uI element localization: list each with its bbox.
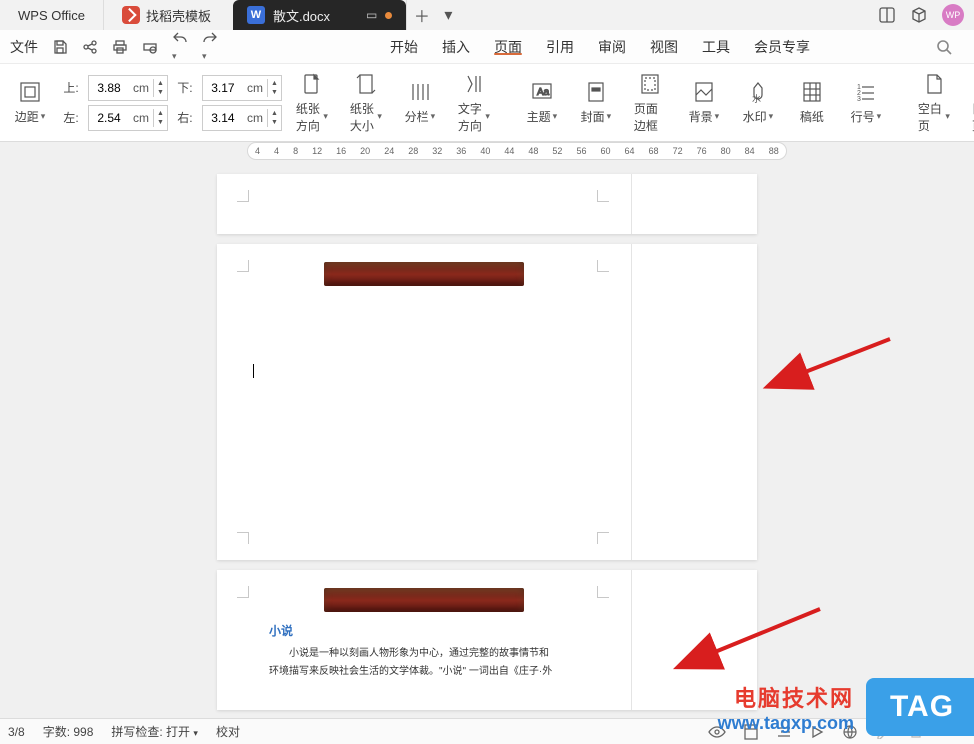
margin-right-input[interactable]: 3.14 cm ▲▼ <box>202 105 282 131</box>
cube-icon[interactable] <box>910 6 928 24</box>
menu-bar: 文件 ▾ ▾ 开始 插入 页面 引用 审阅 视图 工具 会员专享 <box>0 30 974 64</box>
user-avatar[interactable]: WP <box>942 4 964 26</box>
svg-text:Aa: Aa <box>537 87 550 98</box>
margin-bottom-value: 3.17 <box>203 81 243 95</box>
cover-button[interactable]: 封面▾ <box>572 78 620 127</box>
page-fragment-top <box>217 174 757 234</box>
window-minimize-icon[interactable]: ▭ <box>366 8 377 22</box>
draft-paper-button[interactable]: 稿纸 <box>788 78 836 127</box>
margin-left-value: 2.54 <box>89 111 129 125</box>
text-direction-button[interactable]: 文字方向▾ <box>450 70 498 136</box>
menu-vip[interactable]: 会员专享 <box>742 37 822 57</box>
margin-values: 上: 3.88 cm ▲▼ 下: 3.17 cm ▲▼ 左: 2.54 cm ▲… <box>60 75 282 131</box>
title-bar: WPS Office 找稻壳模板 W 散文.docx ▭ ＋ ▾ WP <box>0 0 974 30</box>
columns-button[interactable]: 分栏▾ <box>396 78 444 127</box>
print-preview-icon[interactable] <box>142 39 158 55</box>
menu-view[interactable]: 视图 <box>638 37 690 57</box>
tab-current-document[interactable]: W 散文.docx ▭ <box>233 0 406 30</box>
watermark-button[interactable]: 水 水印▾ <box>734 78 782 127</box>
template-tab-label: 找稻壳模板 <box>146 6 211 25</box>
orientation-button[interactable]: 纸张方向▾ <box>288 70 336 136</box>
web-view-icon[interactable] <box>842 724 858 740</box>
menu-tools[interactable]: 工具 <box>690 37 742 57</box>
document-canvas[interactable]: 小说 小说是一种以刻画人物形象为中心，通过完整的故事情节和 环境描写来反映社会生… <box>0 164 974 718</box>
tag-badge: TAG <box>866 678 974 736</box>
template-store-icon <box>122 6 140 24</box>
document-name-label: 散文.docx <box>273 6 330 25</box>
menu-start[interactable]: 开始 <box>378 37 430 57</box>
tab-overflow-button[interactable]: ▾ <box>436 0 460 30</box>
app-name-label: WPS Office <box>18 8 85 23</box>
horizontal-ruler[interactable]: 44 812 1620 2428 3236 4044 4852 5660 646… <box>0 142 974 164</box>
blank-page-button[interactable]: 空白页▾ <box>910 70 958 136</box>
status-word-count[interactable]: 字数: 998 <box>43 723 94 740</box>
annotation-arrow-icon <box>790 334 900 384</box>
text-cursor <box>253 364 254 378</box>
margins-button[interactable]: 边距▾ <box>6 78 54 127</box>
margins-label: 边距 <box>15 108 39 125</box>
annotation-arrow-icon <box>700 604 830 664</box>
header-image <box>324 588 524 612</box>
ribbon-search-icon[interactable] <box>920 39 968 55</box>
background-button[interactable]: 背景▾ <box>680 78 728 127</box>
file-menu[interactable]: 文件 <box>10 37 38 57</box>
doc-paragraph: 小说是一种以刻画人物形象为中心，通过完整的故事情节和 <box>239 645 609 663</box>
page-3[interactable]: 小说 小说是一种以刻画人物形象为中心，通过完整的故事情节和 环境描写来反映社会生… <box>217 570 757 710</box>
eye-icon[interactable] <box>708 725 726 739</box>
margin-right-label: 右: <box>174 109 196 126</box>
play-icon[interactable] <box>810 725 824 739</box>
doc-heading: 小说 <box>269 622 609 639</box>
line-number-button[interactable]: 123 行号▾ <box>842 78 890 127</box>
ribbon-page: 边距▾ 上: 3.88 cm ▲▼ 下: 3.17 cm ▲▼ 左: 2.54 … <box>0 64 974 142</box>
margin-bottom-unit: cm <box>243 81 267 95</box>
toc-page-button[interactable]: 目录页 <box>964 70 974 136</box>
print-icon[interactable] <box>112 39 128 55</box>
menu-insert[interactable]: 插入 <box>430 37 482 57</box>
margin-top-input[interactable]: 3.88 cm ▲▼ <box>88 75 168 101</box>
status-page[interactable]: 3/8 <box>8 725 25 739</box>
outline-view-icon[interactable] <box>776 725 792 739</box>
spin-up-icon[interactable]: ▲ <box>154 79 167 88</box>
unsaved-dot-icon <box>385 12 392 19</box>
save-icon[interactable] <box>52 39 68 55</box>
page-2[interactable] <box>217 244 757 560</box>
status-bar: 3/8 字数: 998 拼写检查: 打开 ▾ 校对 40% <box>0 718 974 744</box>
paper-size-button[interactable]: 纸张大小▾ <box>342 70 390 136</box>
menu-reference[interactable]: 引用 <box>534 37 586 57</box>
margin-right-value: 3.14 <box>203 111 243 125</box>
margin-left-label: 左: <box>60 109 82 126</box>
word-doc-icon: W <box>247 6 265 24</box>
svg-text:水: 水 <box>752 93 761 104</box>
margin-left-input[interactable]: 2.54 cm ▲▼ <box>88 105 168 131</box>
margin-top-label: 上: <box>60 79 82 96</box>
svg-text:3: 3 <box>857 96 861 103</box>
undo-icon[interactable]: ▾ <box>172 30 188 64</box>
page-border-button[interactable]: 页面边框 <box>626 70 674 136</box>
share-icon[interactable] <box>82 39 98 55</box>
page-layout-view-icon[interactable] <box>744 724 758 740</box>
new-tab-button[interactable]: ＋ <box>406 0 436 30</box>
margin-bottom-label: 下: <box>174 79 196 96</box>
app-tab-wps[interactable]: WPS Office <box>0 0 103 30</box>
theme-button[interactable]: Aa 主题▾ <box>518 78 566 127</box>
redo-icon[interactable]: ▾ <box>202 30 218 64</box>
menu-page[interactable]: 页面 <box>482 37 534 57</box>
spin-down-icon[interactable]: ▼ <box>154 88 167 97</box>
margin-bottom-input[interactable]: 3.17 cm ▲▼ <box>202 75 282 101</box>
doc-paragraph: 环境描写来反映社会生活的文学体裁。"小说" 一词出自《庄子·外 <box>239 663 609 681</box>
panel-icon[interactable] <box>878 6 896 24</box>
menu-review[interactable]: 审阅 <box>586 37 638 57</box>
header-image <box>324 262 524 286</box>
status-proofread[interactable]: 校对 <box>216 723 240 740</box>
margin-top-unit: cm <box>129 81 153 95</box>
margin-top-value: 3.88 <box>89 81 129 95</box>
tab-template-store[interactable]: 找稻壳模板 <box>103 0 229 30</box>
status-spellcheck[interactable]: 拼写检查: 打开 ▾ <box>111 723 198 740</box>
